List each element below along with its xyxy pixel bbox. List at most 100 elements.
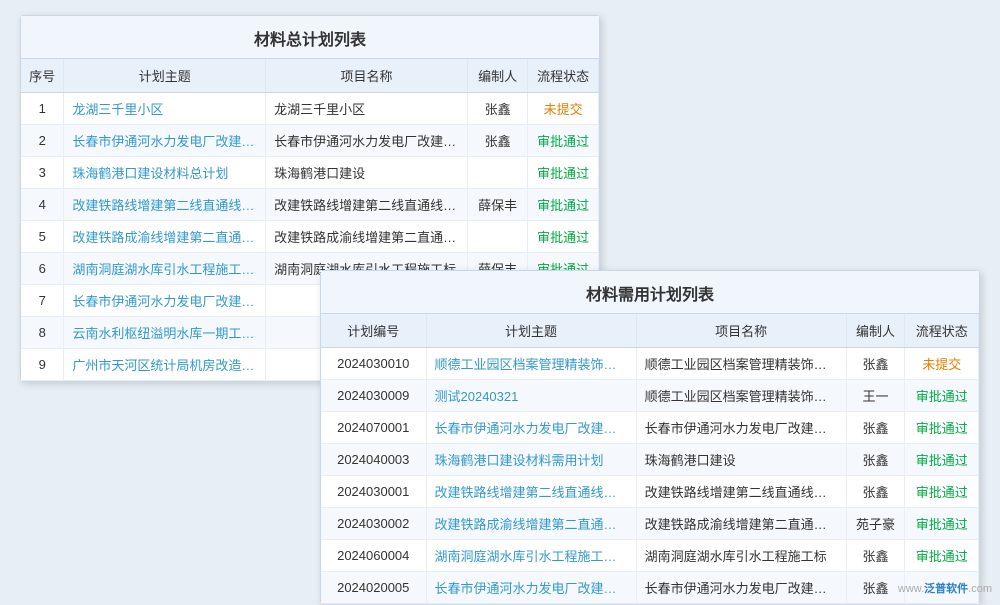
cell-code: 2024030002 bbox=[321, 508, 426, 540]
cell-status: 审批通过 bbox=[905, 508, 979, 540]
cell-theme[interactable]: 珠海鹤港口建设材料总计划 bbox=[64, 157, 266, 189]
col-status: 流程状态 bbox=[905, 314, 979, 348]
cell-seq: 5 bbox=[21, 221, 64, 253]
col-status: 流程状态 bbox=[528, 59, 599, 93]
cell-theme[interactable]: 改建铁路成渝线增建第二直通线（成... bbox=[426, 508, 636, 540]
cell-status: 审批通过 bbox=[528, 189, 599, 221]
cell-editor: 王一 bbox=[846, 380, 905, 412]
cell-status: 审批通过 bbox=[528, 221, 599, 253]
cell-status: 审批通过 bbox=[905, 540, 979, 572]
cell-editor: 张鑫 bbox=[846, 540, 905, 572]
cell-project: 顺德工业园区档案管理精装饰工程（... bbox=[636, 380, 846, 412]
panel2-title: 材料需用计划列表 bbox=[321, 271, 979, 314]
cell-editor: 张鑫 bbox=[846, 444, 905, 476]
cell-editor: 张鑫 bbox=[846, 572, 905, 604]
panel1-header-row: 序号 计划主题 项目名称 编制人 流程状态 bbox=[21, 59, 599, 93]
cell-project: 顺德工业园区档案管理精装饰工程（... bbox=[636, 348, 846, 380]
cell-status: 审批通过 bbox=[905, 412, 979, 444]
cell-editor: 张鑫 bbox=[846, 412, 905, 444]
table-row[interactable]: 2024030001改建铁路线增建第二线直通线（成都...改建铁路线增建第二线直… bbox=[321, 476, 979, 508]
panel2-header-row: 计划编号 计划主题 项目名称 编制人 流程状态 bbox=[321, 314, 979, 348]
watermark-suffix: .com bbox=[968, 583, 992, 595]
cell-code: 2024020005 bbox=[321, 572, 426, 604]
cell-editor: 张鑫 bbox=[467, 125, 528, 157]
cell-seq: 3 bbox=[21, 157, 64, 189]
table-row[interactable]: 5改建铁路成渝线增建第二直通线（成渝枢纽...改建铁路成渝线增建第二直通线...… bbox=[21, 221, 599, 253]
cell-theme[interactable]: 长春市伊通河水力发电厂改建工程材料总计划 bbox=[64, 285, 266, 317]
table-row[interactable]: 2024040003珠海鹤港口建设材料需用计划珠海鹤港口建设张鑫审批通过 bbox=[321, 444, 979, 476]
col-project: 项目名称 bbox=[636, 314, 846, 348]
cell-seq: 1 bbox=[21, 93, 64, 125]
cell-theme[interactable]: 湖南洞庭湖水库引水工程施工标材料总计划 bbox=[64, 253, 266, 285]
col-code: 计划编号 bbox=[321, 314, 426, 348]
table-row[interactable]: 2024030009测试20240321顺德工业园区档案管理精装饰工程（...王… bbox=[321, 380, 979, 412]
cell-seq: 7 bbox=[21, 285, 64, 317]
cell-status: 未提交 bbox=[528, 93, 599, 125]
cell-theme[interactable]: 珠海鹤港口建设材料需用计划 bbox=[426, 444, 636, 476]
cell-theme[interactable]: 改建铁路成渝线增建第二直通线（成渝枢纽... bbox=[64, 221, 266, 253]
cell-project: 长春市伊通河水力发电厂改建工程 bbox=[636, 412, 846, 444]
cell-theme[interactable]: 顺德工业园区档案管理精装饰工程（... bbox=[426, 348, 636, 380]
cell-theme[interactable]: 长春市伊通河水力发电厂改建工程合同材料... bbox=[64, 125, 266, 157]
col-theme: 计划主题 bbox=[426, 314, 636, 348]
cell-status: 审批通过 bbox=[905, 380, 979, 412]
table-row[interactable]: 2长春市伊通河水力发电厂改建工程合同材料...长春市伊通河水力发电厂改建工程张鑫… bbox=[21, 125, 599, 157]
cell-seq: 9 bbox=[21, 349, 64, 381]
cell-code: 2024030001 bbox=[321, 476, 426, 508]
table-row[interactable]: 2024020005长春市伊通河水力发电厂改建工程材...长春市伊通河水力发电厂… bbox=[321, 572, 979, 604]
col-theme: 计划主题 bbox=[64, 59, 266, 93]
cell-editor: 张鑫 bbox=[467, 93, 528, 125]
cell-code: 2024030009 bbox=[321, 380, 426, 412]
cell-project: 长春市伊通河水力发电厂改建工程 bbox=[266, 125, 468, 157]
cell-theme[interactable]: 改建铁路线增建第二线直通线（成都-西安）... bbox=[64, 189, 266, 221]
cell-status: 审批通过 bbox=[905, 444, 979, 476]
cell-theme[interactable]: 云南水利枢纽溢明水库一期工程施工标材料... bbox=[64, 317, 266, 349]
cell-project: 湖南洞庭湖水库引水工程施工标 bbox=[636, 540, 846, 572]
col-project: 项目名称 bbox=[266, 59, 468, 93]
table-row[interactable]: 3珠海鹤港口建设材料总计划珠海鹤港口建设 审批通过 bbox=[21, 157, 599, 189]
cell-editor bbox=[467, 221, 528, 253]
cell-project: 改建铁路线增建第二线直通线（成都... bbox=[636, 476, 846, 508]
table-row[interactable]: 4改建铁路线增建第二线直通线（成都-西安）...改建铁路线增建第二线直通线（..… bbox=[21, 189, 599, 221]
cell-editor: 张鑫 bbox=[846, 476, 905, 508]
cell-project: 改建铁路成渝线增建第二直通线... bbox=[266, 221, 468, 253]
table-row[interactable]: 2024030002改建铁路成渝线增建第二直通线（成...改建铁路成渝线增建第二… bbox=[321, 508, 979, 540]
cell-project: 龙湖三千里小区 bbox=[266, 93, 468, 125]
table-row[interactable]: 2024030010顺德工业园区档案管理精装饰工程（...顺德工业园区档案管理精… bbox=[321, 348, 979, 380]
cell-editor bbox=[467, 157, 528, 189]
cell-project: 珠海鹤港口建设 bbox=[636, 444, 846, 476]
panel2-body: 2024030010顺德工业园区档案管理精装饰工程（...顺德工业园区档案管理精… bbox=[321, 348, 979, 604]
cell-theme[interactable]: 龙湖三千里小区 bbox=[64, 93, 266, 125]
cell-theme[interactable]: 长春市伊通河水力发电厂改建工程材... bbox=[426, 572, 636, 604]
cell-status: 审批通过 bbox=[528, 157, 599, 189]
cell-project: 珠海鹤港口建设 bbox=[266, 157, 468, 189]
watermark-prefix: www. bbox=[898, 583, 924, 595]
cell-project: 长春市伊通河水力发电厂改建工程 bbox=[636, 572, 846, 604]
cell-theme[interactable]: 湖南洞庭湖水库引水工程施工标材... bbox=[426, 540, 636, 572]
table-row[interactable]: 2024070001长春市伊通河水力发电厂改建工程合...长春市伊通河水力发电厂… bbox=[321, 412, 979, 444]
table-row[interactable]: 1龙湖三千里小区龙湖三千里小区张鑫未提交 bbox=[21, 93, 599, 125]
cell-theme[interactable]: 测试20240321 bbox=[426, 380, 636, 412]
cell-status: 未提交 bbox=[905, 348, 979, 380]
col-editor: 编制人 bbox=[467, 59, 528, 93]
cell-code: 2024030010 bbox=[321, 348, 426, 380]
panel1-title: 材料总计划列表 bbox=[21, 16, 599, 59]
cell-seq: 6 bbox=[21, 253, 64, 285]
cell-theme[interactable]: 长春市伊通河水力发电厂改建工程合... bbox=[426, 412, 636, 444]
watermark: www.泛普软件.com bbox=[898, 580, 992, 596]
cell-project: 改建铁路线增建第二线直通线（... bbox=[266, 189, 468, 221]
cell-editor: 苑子豪 bbox=[846, 508, 905, 540]
panel-need-plan: 材料需用计划列表 计划编号 计划主题 项目名称 编制人 流程状态 2024030… bbox=[320, 270, 980, 605]
cell-theme[interactable]: 改建铁路线增建第二线直通线（成都... bbox=[426, 476, 636, 508]
col-editor: 编制人 bbox=[846, 314, 905, 348]
cell-seq: 2 bbox=[21, 125, 64, 157]
cell-status: 审批通过 bbox=[905, 476, 979, 508]
cell-project: 改建铁路成渝线增建第二直通线（成... bbox=[636, 508, 846, 540]
cell-editor: 张鑫 bbox=[846, 348, 905, 380]
cell-code: 2024070001 bbox=[321, 412, 426, 444]
cell-theme[interactable]: 广州市天河区统计局机房改造项目材料总计划 bbox=[64, 349, 266, 381]
table-row[interactable]: 2024060004湖南洞庭湖水库引水工程施工标材...湖南洞庭湖水库引水工程施… bbox=[321, 540, 979, 572]
cell-seq: 4 bbox=[21, 189, 64, 221]
cell-code: 2024060004 bbox=[321, 540, 426, 572]
cell-status: 审批通过 bbox=[528, 125, 599, 157]
